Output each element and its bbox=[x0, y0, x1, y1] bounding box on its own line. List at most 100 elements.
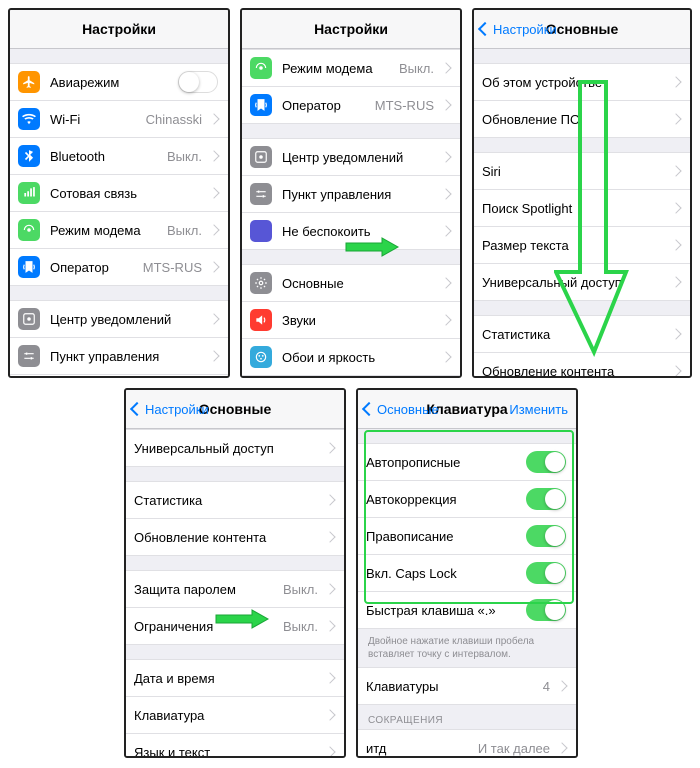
row-label: Обои и яркость bbox=[282, 350, 438, 365]
chevron-right-icon bbox=[670, 276, 681, 287]
chevron-right-icon bbox=[324, 442, 335, 453]
settings-row-Клавиатуры[interactable]: Клавиатуры4 bbox=[358, 667, 576, 705]
row-label: Оператор bbox=[282, 98, 375, 113]
chevron-right-icon bbox=[324, 494, 335, 505]
hotspot-icon bbox=[18, 219, 40, 241]
settings-row-dnd[interactable]: Не беспокоить bbox=[10, 375, 228, 378]
settings-row-control[interactable]: Пункт управления bbox=[242, 176, 460, 213]
notif-icon bbox=[18, 308, 40, 330]
cellular-icon bbox=[18, 182, 40, 204]
toggle[interactable] bbox=[526, 599, 566, 621]
row-label: Режим модема bbox=[282, 61, 399, 76]
toggle[interactable] bbox=[526, 451, 566, 473]
settings-row-control[interactable]: Пункт управления bbox=[10, 338, 228, 375]
hotspot-icon bbox=[250, 57, 272, 79]
row-label: Универсальный доступ bbox=[134, 441, 322, 456]
toggle[interactable] bbox=[526, 562, 566, 584]
settings-row-general[interactable]: Основные bbox=[242, 264, 460, 302]
edit-button[interactable]: Изменить bbox=[509, 402, 568, 417]
back-button[interactable]: Основные bbox=[364, 402, 439, 417]
settings-row-cellular[interactable]: Сотовая связь bbox=[10, 175, 228, 212]
navbar: Настройки Основные bbox=[474, 10, 690, 49]
chevron-right-icon bbox=[440, 99, 451, 110]
row-label: Защита паролем bbox=[134, 582, 283, 597]
row-label: Авиарежим bbox=[50, 75, 178, 90]
keyboard-toggle-row[interactable]: Автокоррекция bbox=[358, 481, 576, 518]
airplane-icon bbox=[18, 71, 40, 93]
toggle[interactable] bbox=[526, 488, 566, 510]
settings-row-Универсальный доступ[interactable]: Универсальный доступ bbox=[126, 429, 344, 467]
settings-row-privacy[interactable]: Приватность bbox=[242, 376, 460, 378]
wallpaper-icon bbox=[250, 346, 272, 368]
chevron-right-icon bbox=[670, 365, 681, 376]
chevron-right-icon bbox=[670, 239, 681, 250]
chevron-right-icon bbox=[208, 261, 219, 272]
chevron-right-icon bbox=[208, 313, 219, 324]
settings-row-итд[interactable]: итдИ так далее bbox=[358, 729, 576, 758]
settings-row-sounds[interactable]: Звуки bbox=[242, 302, 460, 339]
section-header-shortcuts: СОКРАЩЕНИЯ bbox=[358, 705, 576, 729]
keyboard-toggle-row[interactable]: Быстрая клавиша «.» bbox=[358, 592, 576, 629]
settings-row-carrier[interactable]: ОператорMTS-RUS bbox=[10, 249, 228, 286]
chevron-right-icon bbox=[440, 188, 451, 199]
row-value: Выкл. bbox=[283, 582, 318, 597]
wifi-icon bbox=[18, 108, 40, 130]
row-label: Оператор bbox=[50, 260, 143, 275]
row-label: Клавиатуры bbox=[366, 679, 543, 694]
chevron-right-icon bbox=[208, 113, 219, 124]
row-value: MTS-RUS bbox=[375, 98, 434, 113]
keyboard-toggle-row[interactable]: Автопрописные bbox=[358, 443, 576, 481]
row-label: Пункт управления bbox=[50, 349, 206, 364]
chevron-right-icon bbox=[670, 165, 681, 176]
settings-row-Статистика[interactable]: Статистика bbox=[126, 481, 344, 519]
row-value: MTS-RUS bbox=[143, 260, 202, 275]
row-label: Центр уведомлений bbox=[282, 150, 438, 165]
settings-row-notif[interactable]: Центр уведомлений bbox=[242, 138, 460, 176]
chevron-right-icon bbox=[324, 583, 335, 594]
row-label: Пункт управления bbox=[282, 187, 438, 202]
row-label: Обновление контента bbox=[134, 530, 322, 545]
settings-row-hotspot[interactable]: Режим модемаВыкл. bbox=[242, 49, 460, 87]
chevron-right-icon bbox=[670, 76, 681, 87]
control-icon bbox=[18, 345, 40, 367]
settings-row-carrier[interactable]: ОператорMTS-RUS bbox=[242, 87, 460, 124]
row-label: Центр уведомлений bbox=[50, 312, 206, 327]
row-value: Chinasski bbox=[146, 112, 202, 127]
annotation-arrow-right bbox=[214, 609, 270, 629]
row-label: Статистика bbox=[134, 493, 322, 508]
dnd-icon bbox=[250, 220, 272, 242]
settings-row-wifi[interactable]: Wi-FiChinasski bbox=[10, 101, 228, 138]
row-label: Быстрая клавиша «.» bbox=[366, 603, 526, 618]
toggle[interactable] bbox=[526, 525, 566, 547]
settings-row-notif[interactable]: Центр уведомлений bbox=[10, 300, 228, 338]
settings-row-airplane[interactable]: Авиарежим bbox=[10, 63, 228, 101]
keyboard-toggle-row[interactable]: Правописание bbox=[358, 518, 576, 555]
settings-row-wallpaper[interactable]: Обои и яркость bbox=[242, 339, 460, 376]
row-label: Вкл. Caps Lock bbox=[366, 566, 526, 581]
settings-row-Язык и текст[interactable]: Язык и текст bbox=[126, 734, 344, 758]
settings-row-Дата и время[interactable]: Дата и время bbox=[126, 659, 344, 697]
settings-row-Защита паролем[interactable]: Защита паролемВыкл. bbox=[126, 570, 344, 608]
chevron-right-icon bbox=[440, 62, 451, 73]
row-label: Клавиатура bbox=[134, 708, 322, 723]
settings-row-Обновление контента[interactable]: Обновление контента bbox=[126, 519, 344, 556]
chevron-right-icon bbox=[440, 314, 451, 325]
navbar: Основные Клавиатура Изменить bbox=[358, 390, 576, 429]
chevron-right-icon bbox=[324, 531, 335, 542]
back-button[interactable]: Настройки bbox=[480, 22, 557, 37]
chevron-left-icon bbox=[478, 22, 492, 36]
chevron-right-icon bbox=[440, 225, 451, 236]
toggle[interactable] bbox=[178, 71, 218, 93]
chevron-right-icon bbox=[208, 187, 219, 198]
chevron-right-icon bbox=[324, 709, 335, 720]
keyboard-toggle-row[interactable]: Вкл. Caps Lock bbox=[358, 555, 576, 592]
settings-row-Клавиатура[interactable]: Клавиатура bbox=[126, 697, 344, 734]
notif-icon bbox=[250, 146, 272, 168]
chevron-right-icon bbox=[440, 351, 451, 362]
chevron-right-icon bbox=[324, 672, 335, 683]
chevron-left-icon bbox=[362, 402, 376, 416]
row-label: Автопрописные bbox=[366, 455, 526, 470]
back-button[interactable]: Настройки bbox=[132, 402, 209, 417]
settings-row-hotspot[interactable]: Режим модемаВыкл. bbox=[10, 212, 228, 249]
settings-row-bluetooth[interactable]: BluetoothВыкл. bbox=[10, 138, 228, 175]
